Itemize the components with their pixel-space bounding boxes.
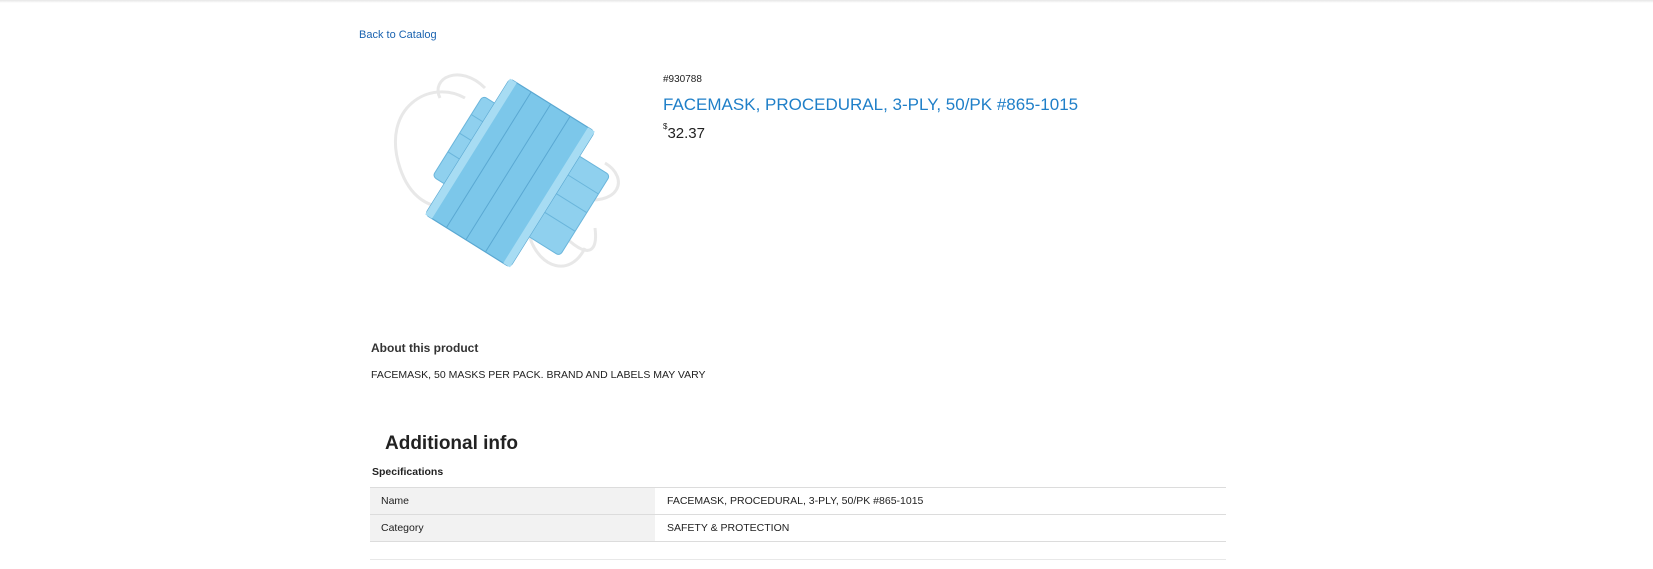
spec-value: FACEMASK, PROCEDURAL, 3-PLY, 50/PK #865-…	[655, 487, 1226, 515]
product-price: $32.37	[663, 122, 705, 142]
additional-info-section: Additional info Specifications Name FACE…	[370, 423, 1226, 560]
price-value: 32.37	[667, 125, 705, 142]
product-title: FACEMASK, PROCEDURAL, 3-PLY, 50/PK #865-…	[663, 95, 1079, 114]
price-currency-symbol: $	[663, 122, 668, 131]
specifications-label: Specifications	[372, 466, 444, 478]
header-shadow	[0, 0, 1653, 3]
about-description: FACEMASK, 50 MASKS PER PACK. BRAND AND L…	[371, 369, 706, 381]
about-heading: About this product	[371, 341, 479, 355]
product-image	[370, 68, 641, 278]
additional-info-heading: Additional info	[385, 433, 518, 454]
spec-key: Category	[370, 514, 655, 542]
facemask-illustration	[393, 73, 620, 268]
spec-value: SAFETY & PROTECTION	[655, 514, 1226, 542]
table-row: Name FACEMASK, PROCEDURAL, 3-PLY, 50/PK …	[370, 487, 1226, 515]
back-to-catalog-link[interactable]: Back to Catalog	[359, 29, 437, 41]
table-row: Category SAFETY & PROTECTION	[370, 514, 1226, 542]
specifications-table: Name FACEMASK, PROCEDURAL, 3-PLY, 50/PK …	[370, 487, 1226, 542]
product-sku: #930788	[663, 74, 702, 85]
spec-key: Name	[370, 487, 655, 515]
